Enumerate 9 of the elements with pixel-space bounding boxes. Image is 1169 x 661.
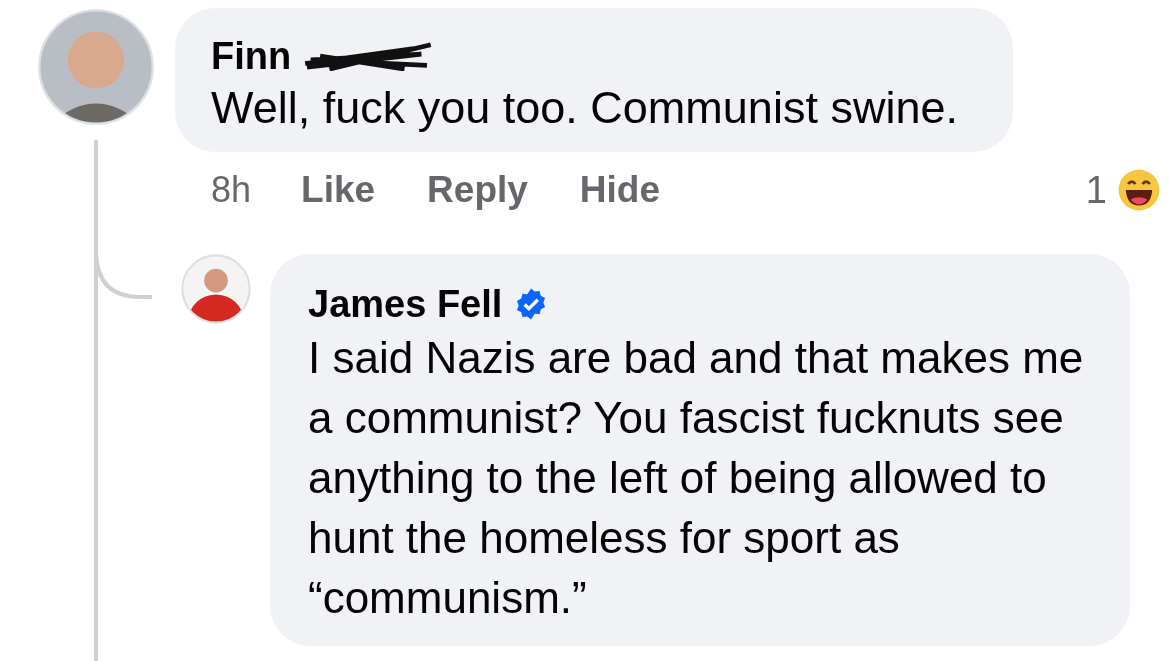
author-name[interactable]: Finn	[211, 34, 292, 78]
timestamp: 8h	[211, 169, 252, 211]
action-link[interactable]: Hide	[579, 169, 661, 211]
action-link[interactable]: Reply	[427, 169, 528, 211]
reaction-count[interactable]: 1	[1085, 168, 1107, 212]
author-name[interactable]: James Fell	[308, 282, 503, 326]
action-link[interactable]: Like	[301, 169, 376, 211]
comment-text: I said Nazis are bad and that makes me a communist? You fascist fucknuts see anything to the left of being allowed to hunt the homeless for sport as “communism.”	[308, 332, 1085, 624]
comment-text: Well, fuck you too. Communist swine.	[211, 81, 959, 135]
